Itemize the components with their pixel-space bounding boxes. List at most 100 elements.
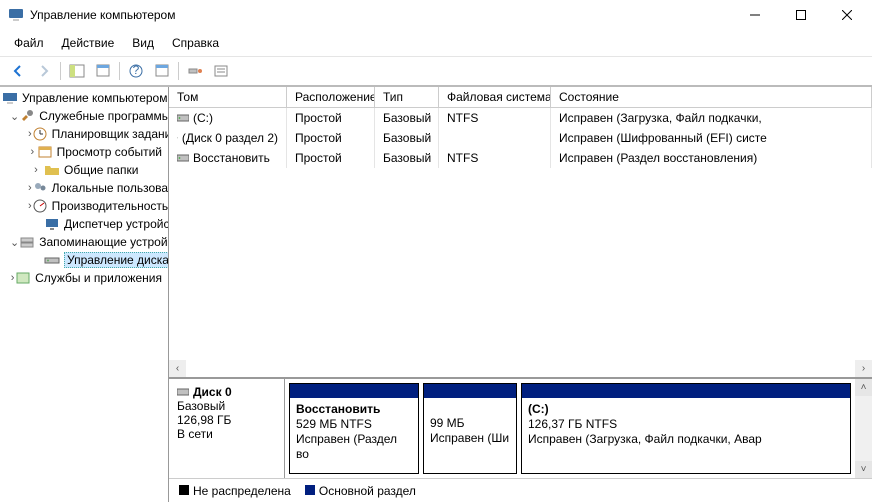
action-button[interactable] bbox=[183, 60, 207, 82]
volume-row[interactable]: (C:)ПростойБазовыйNTFSИсправен (Загрузка… bbox=[169, 108, 872, 128]
volume-type: Базовый bbox=[375, 148, 439, 168]
volume-layout: Простой bbox=[287, 148, 375, 168]
clock-icon bbox=[32, 126, 48, 142]
tree-label: Управление компьютером (локальным) bbox=[22, 91, 169, 105]
tree-services[interactable]: › Службы и приложения bbox=[0, 269, 168, 287]
disk-icon bbox=[44, 252, 60, 268]
back-button[interactable] bbox=[6, 60, 30, 82]
volume-name: (Диск 0 раздел 2) bbox=[182, 131, 278, 145]
tree-label: Общие папки bbox=[64, 163, 138, 177]
menu-view[interactable]: Вид bbox=[124, 32, 162, 54]
tree-local-users[interactable]: › Локальные пользователи и группы bbox=[0, 179, 168, 197]
collapse-icon[interactable]: ⌄ bbox=[10, 110, 19, 123]
partition-status: Исправен (Раздел во bbox=[296, 432, 397, 461]
volume-name: Восстановить bbox=[193, 151, 270, 165]
disk-info[interactable]: Диск 0 Базовый 126,98 ГБ В сети bbox=[169, 379, 285, 478]
legend-label: Основной раздел bbox=[319, 484, 416, 498]
legend: Не распределена Основной раздел bbox=[169, 478, 872, 502]
partition[interactable]: 99 МБИсправен (Ши bbox=[423, 383, 517, 474]
partition-size: 99 МБ bbox=[430, 416, 465, 430]
tree-label: Производительность bbox=[52, 199, 168, 213]
tree-task-scheduler[interactable]: › Планировщик заданий bbox=[0, 125, 168, 143]
volume-fs: NTFS bbox=[439, 148, 551, 168]
partition[interactable]: Восстановить529 МБ NTFSИсправен (Раздел … bbox=[289, 383, 419, 474]
col-volume[interactable]: Том bbox=[169, 87, 287, 107]
volume-status: Исправен (Шифрованный (EFI) систе bbox=[551, 128, 872, 148]
volume-type: Базовый bbox=[375, 108, 439, 128]
expand-icon[interactable]: › bbox=[28, 164, 44, 176]
nav-tree[interactable]: Управление компьютером (локальным) ⌄ Слу… bbox=[0, 87, 169, 502]
app-icon bbox=[8, 7, 24, 23]
expand-icon[interactable]: › bbox=[28, 146, 37, 158]
menubar: Файл Действие Вид Справка bbox=[0, 30, 872, 56]
scroll-track[interactable] bbox=[186, 360, 855, 377]
partition-title: Восстановить bbox=[296, 402, 380, 416]
tree-performance[interactable]: › Производительность bbox=[0, 197, 168, 215]
partition-header bbox=[424, 384, 516, 398]
tree-event-viewer[interactable]: › Просмотр событий bbox=[0, 143, 168, 161]
tree-label: Службы и приложения bbox=[35, 271, 162, 285]
volume-rows: (C:)ПростойБазовыйNTFSИсправен (Загрузка… bbox=[169, 108, 872, 168]
scroll-down-icon[interactable]: ˅ bbox=[855, 461, 872, 478]
storage-icon bbox=[19, 234, 35, 250]
separator bbox=[178, 62, 179, 80]
drive-icon bbox=[177, 152, 189, 164]
scroll-right-icon[interactable]: › bbox=[855, 360, 872, 377]
legend-unallocated: Не распределена bbox=[179, 484, 291, 498]
disk-name: Диск 0 bbox=[193, 385, 232, 399]
swatch-blue bbox=[305, 485, 315, 495]
volume-row[interactable]: ВосстановитьПростойБазовыйNTFSИсправен (… bbox=[169, 148, 872, 168]
legend-primary: Основной раздел bbox=[305, 484, 416, 498]
volume-row[interactable]: (Диск 0 раздел 2)ПростойБазовыйИсправен … bbox=[169, 128, 872, 148]
col-status[interactable]: Состояние bbox=[551, 87, 872, 107]
tree-disk-management[interactable]: Управление дисками bbox=[0, 251, 168, 269]
help-button[interactable]: ? bbox=[124, 60, 148, 82]
workspace: Управление компьютером (локальным) ⌄ Слу… bbox=[0, 86, 872, 502]
perf-icon bbox=[32, 198, 48, 214]
properties-button[interactable] bbox=[91, 60, 115, 82]
volume-fs bbox=[439, 128, 551, 148]
scroll-up-icon[interactable]: ˄ bbox=[855, 379, 872, 396]
column-headers[interactable]: Том Расположение Тип Файловая система Со… bbox=[169, 87, 872, 108]
tree-storage[interactable]: ⌄ Запоминающие устройства bbox=[0, 233, 168, 251]
tree-label: Планировщик заданий bbox=[52, 127, 169, 141]
partition[interactable]: (C:)126,37 ГБ NTFSИсправен (Загрузка, Фа… bbox=[521, 383, 851, 474]
settings-button[interactable] bbox=[209, 60, 233, 82]
col-fs[interactable]: Файловая система bbox=[439, 87, 551, 107]
content-pane: Том Расположение Тип Файловая система Со… bbox=[169, 87, 872, 502]
partition-size: 529 МБ NTFS bbox=[296, 417, 372, 431]
disk-type: Базовый bbox=[177, 399, 276, 413]
partition-size: 126,37 ГБ NTFS bbox=[528, 417, 617, 431]
volume-layout: Простой bbox=[287, 128, 375, 148]
v-scrollbar[interactable]: ˄ ˅ bbox=[855, 379, 872, 478]
col-type[interactable]: Тип bbox=[375, 87, 439, 107]
refresh-button[interactable] bbox=[150, 60, 174, 82]
drive-icon bbox=[177, 112, 189, 124]
collapse-icon[interactable]: ⌄ bbox=[10, 236, 19, 249]
volume-name: (C:) bbox=[193, 111, 213, 125]
show-hide-tree-button[interactable] bbox=[65, 60, 89, 82]
h-scrollbar[interactable]: ‹ › bbox=[169, 360, 872, 377]
menu-file[interactable]: Файл bbox=[6, 32, 52, 54]
volume-list[interactable]: Том Расположение Тип Файловая система Со… bbox=[169, 87, 872, 378]
maximize-button[interactable] bbox=[778, 0, 824, 30]
disk-size: 126,98 ГБ bbox=[177, 413, 276, 427]
legend-label: Не распределена bbox=[193, 484, 291, 498]
scroll-left-icon[interactable]: ‹ bbox=[169, 360, 186, 377]
tree-system-tools[interactable]: ⌄ Служебные программы bbox=[0, 107, 168, 125]
tree-shared-folders[interactable]: › Общие папки bbox=[0, 161, 168, 179]
menu-help[interactable]: Справка bbox=[164, 32, 227, 54]
tree-root[interactable]: Управление компьютером (локальным) bbox=[0, 89, 168, 107]
close-button[interactable] bbox=[824, 0, 870, 30]
tools-icon bbox=[19, 108, 35, 124]
partition-header bbox=[290, 384, 418, 398]
separator bbox=[60, 62, 61, 80]
forward-button[interactable] bbox=[32, 60, 56, 82]
minimize-button[interactable] bbox=[732, 0, 778, 30]
col-layout[interactable]: Расположение bbox=[287, 87, 375, 107]
svg-text:?: ? bbox=[133, 63, 140, 77]
tree-device-manager[interactable]: Диспетчер устройств bbox=[0, 215, 168, 233]
disk-icon bbox=[177, 386, 189, 398]
tree-label: Управление дисками bbox=[64, 252, 169, 268]
menu-action[interactable]: Действие bbox=[54, 32, 123, 54]
